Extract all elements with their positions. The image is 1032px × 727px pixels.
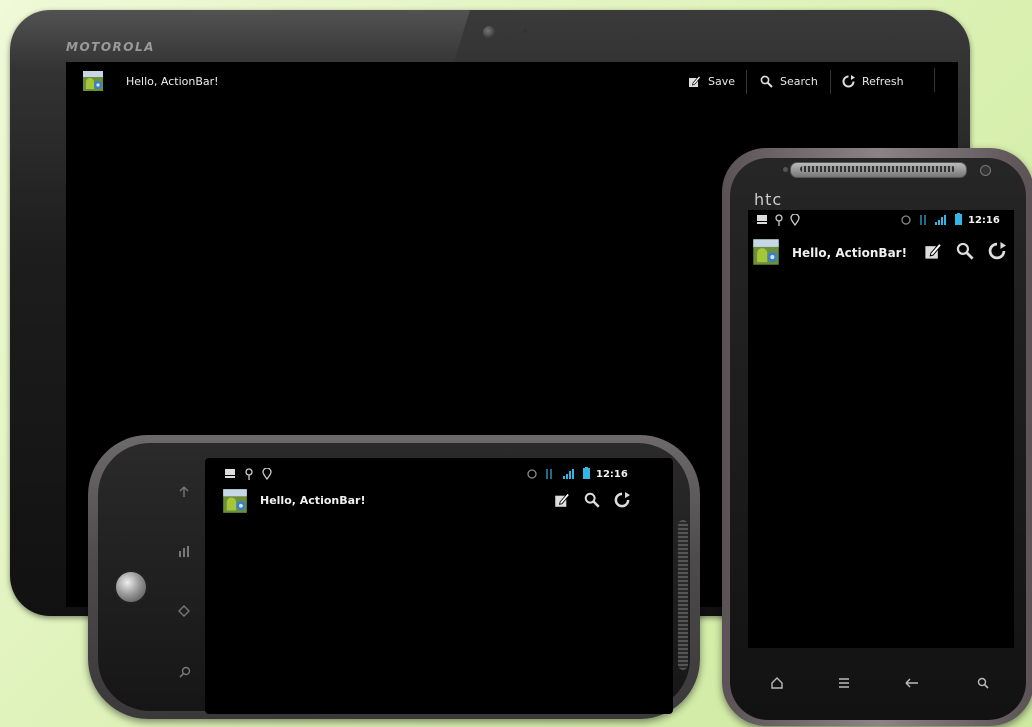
back-icon[interactable] bbox=[904, 676, 920, 690]
tablet-sensor bbox=[523, 29, 527, 33]
refresh-button[interactable] bbox=[614, 492, 630, 508]
landscape-status-bar: 12:16 bbox=[222, 466, 652, 482]
tablet-camera bbox=[483, 26, 495, 38]
usb-icon bbox=[245, 468, 253, 480]
signal-icon bbox=[935, 215, 946, 225]
status-clock: 12:16 bbox=[596, 469, 628, 480]
refresh-label: Refresh bbox=[862, 75, 904, 88]
tablet-app-title: Hello, ActionBar! bbox=[126, 75, 219, 88]
divider bbox=[746, 70, 747, 94]
portrait-action-bar: Hello, ActionBar! bbox=[750, 238, 1012, 268]
search-button[interactable] bbox=[584, 492, 600, 508]
search-icon bbox=[584, 492, 600, 508]
speaker-grille bbox=[800, 166, 955, 172]
refresh-icon bbox=[988, 242, 1006, 260]
edit-icon bbox=[555, 492, 570, 507]
sync-icon bbox=[901, 215, 911, 225]
menu-icon[interactable] bbox=[837, 676, 851, 690]
home-icon[interactable] bbox=[177, 604, 191, 618]
divider bbox=[830, 70, 831, 94]
proximity-sensor bbox=[783, 167, 788, 172]
portrait-status-bar: 12:16 bbox=[752, 212, 1012, 228]
signal-icon bbox=[563, 469, 574, 479]
search-label: Search bbox=[780, 75, 818, 88]
save-button[interactable]: Save bbox=[686, 72, 738, 92]
home-icon[interactable] bbox=[770, 676, 784, 690]
data-arrows-icon bbox=[920, 215, 926, 225]
edit-icon bbox=[925, 242, 942, 259]
overflow-divider bbox=[934, 68, 935, 92]
landscape-speaker-grille bbox=[678, 520, 688, 670]
search-button[interactable] bbox=[956, 242, 974, 260]
refresh-button[interactable]: Refresh bbox=[840, 72, 912, 92]
app-icon[interactable] bbox=[752, 238, 780, 266]
android-app-icon bbox=[83, 71, 103, 91]
htc-brand-logo: htc bbox=[754, 190, 783, 209]
portrait-nav-bar bbox=[748, 658, 1014, 708]
battery-icon bbox=[583, 467, 590, 479]
landscape-app-title: Hello, ActionBar! bbox=[260, 494, 366, 507]
portrait-phone-screen bbox=[748, 210, 1014, 648]
tablet-brand-logo: MOTOROLA bbox=[66, 40, 155, 54]
landscape-action-bar: Hello, ActionBar! bbox=[220, 486, 650, 516]
search-icon[interactable] bbox=[178, 665, 192, 679]
app-icon[interactable] bbox=[222, 488, 248, 514]
save-button[interactable] bbox=[554, 492, 570, 508]
save-label: Save bbox=[708, 75, 736, 88]
save-button[interactable] bbox=[924, 242, 942, 260]
usb-icon bbox=[775, 214, 783, 226]
app-icon[interactable] bbox=[82, 70, 104, 92]
tablet-action-bar: Hello, ActionBar! Save Search Refresh bbox=[66, 62, 958, 102]
menu-icon[interactable] bbox=[178, 545, 192, 557]
notification-icon bbox=[225, 469, 235, 478]
android-app-icon bbox=[223, 489, 247, 513]
refresh-button[interactable] bbox=[988, 242, 1006, 260]
front-camera bbox=[980, 165, 991, 176]
data-arrows-icon bbox=[546, 469, 552, 479]
portrait-app-title: Hello, ActionBar! bbox=[792, 246, 908, 260]
android-app-icon bbox=[753, 239, 779, 265]
search-button[interactable]: Search bbox=[758, 72, 822, 92]
search-icon[interactable] bbox=[976, 676, 990, 690]
location-icon bbox=[262, 468, 272, 480]
back-icon[interactable] bbox=[178, 484, 190, 498]
refresh-icon bbox=[614, 492, 630, 508]
notification-icon bbox=[757, 215, 767, 224]
search-icon bbox=[956, 242, 974, 260]
battery-icon bbox=[955, 213, 962, 225]
sync-icon bbox=[527, 469, 537, 479]
status-clock: 12:16 bbox=[968, 215, 1000, 226]
location-icon bbox=[790, 214, 800, 226]
refresh-icon bbox=[842, 75, 855, 88]
edit-icon bbox=[689, 75, 701, 87]
search-icon bbox=[760, 75, 773, 88]
trackball[interactable] bbox=[114, 570, 148, 604]
